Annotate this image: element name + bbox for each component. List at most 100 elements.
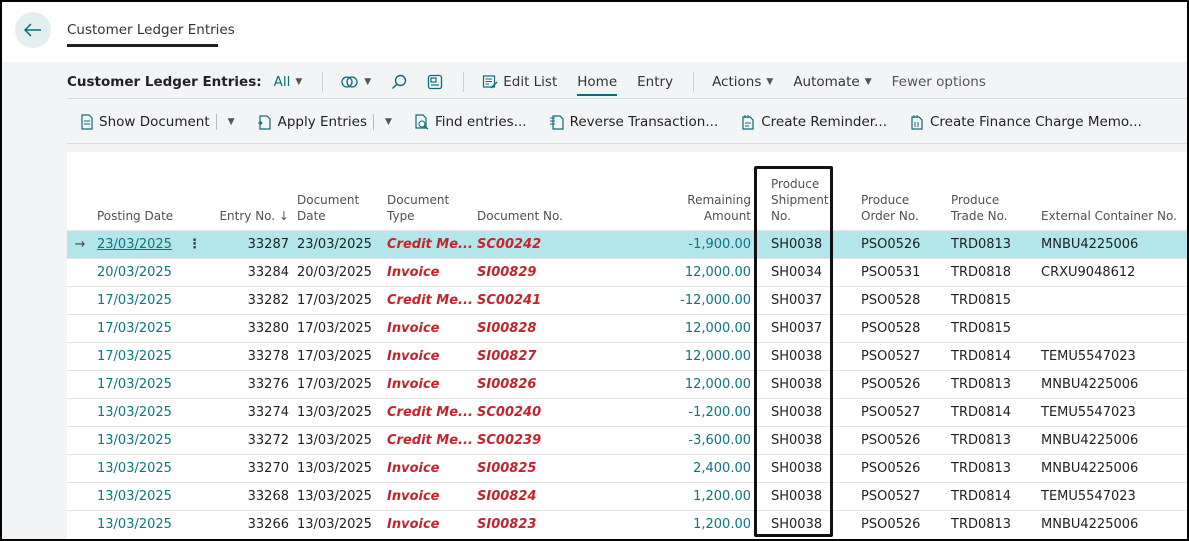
share-button[interactable] xyxy=(427,74,443,90)
column-header-indicator xyxy=(67,152,93,230)
posting-date-cell[interactable]: 17/03/2025 xyxy=(93,341,213,370)
table-row[interactable]: 17/03/2025 33282 17/03/2025 Credit Me... SC0… xyxy=(67,285,1187,314)
document-no-cell[interactable]: SI00827 xyxy=(473,341,673,370)
table-row[interactable]: 13/03/2025 33268 13/03/2025 Invoice SI00824 1… xyxy=(67,481,1187,510)
posting-date-cell[interactable]: 13/03/2025 xyxy=(93,397,213,426)
chevron-down-icon[interactable]: ▼ xyxy=(228,117,235,127)
entry-no-cell: 33280 xyxy=(213,313,293,342)
column-header-posting-date[interactable]: Posting Date xyxy=(93,152,213,230)
edit-list-icon xyxy=(483,75,498,89)
remaining-amount-cell[interactable]: 2,400.00 xyxy=(673,453,755,482)
external-container-no-cell: CRXU9048612 xyxy=(1025,257,1187,286)
document-date-cell: 17/03/2025 xyxy=(293,285,383,314)
remaining-amount-cell[interactable]: 12,000.00 xyxy=(673,341,755,370)
remaining-amount-cell[interactable]: 12,000.00 xyxy=(673,313,755,342)
posting-date-cell[interactable]: 17/03/2025 xyxy=(93,313,213,342)
document-no-cell[interactable]: SC00239 xyxy=(473,425,673,454)
back-button[interactable] xyxy=(15,12,51,48)
column-header-document-date[interactable]: Document Date xyxy=(293,152,383,230)
table-row[interactable]: 17/03/2025 33280 17/03/2025 Invoice SI00828 1… xyxy=(67,313,1187,342)
row-indicator xyxy=(67,509,93,538)
filter-view-selector[interactable]: All ▼ xyxy=(274,74,303,90)
table-row[interactable]: 13/03/2025 33274 13/03/2025 Credit Me... SC0… xyxy=(67,397,1187,426)
document-no-cell[interactable]: SI00825 xyxy=(473,453,673,482)
posting-date-cell[interactable]: 13/03/2025 xyxy=(93,453,213,482)
posting-date-cell[interactable]: 17/03/2025 xyxy=(93,369,213,398)
document-no-cell[interactable]: SI00828 xyxy=(473,313,673,342)
fewer-options-button[interactable]: Fewer options xyxy=(892,74,986,90)
column-header-external-container-no[interactable]: External Container No. xyxy=(1025,152,1187,230)
remaining-amount-cell[interactable]: -1,900.00 xyxy=(673,229,755,258)
tab-entry[interactable]: Entry xyxy=(637,74,673,90)
table-row[interactable]: 13/03/2025 33270 13/03/2025 Invoice SI00825 2… xyxy=(67,453,1187,482)
table-row[interactable]: 13/03/2025 33272 13/03/2025 Credit Me... SC0… xyxy=(67,425,1187,454)
table-row[interactable]: 20/03/2025 33284 20/03/2025 Invoice SI00829 1… xyxy=(67,257,1187,286)
apply-entries-label: Apply Entries xyxy=(277,114,368,130)
document-no-cell[interactable]: SI00824 xyxy=(473,481,673,510)
document-no-cell[interactable]: SC00241 xyxy=(473,285,673,314)
page-header: Customer Ledger Entries xyxy=(2,2,1187,62)
produce-shipment-no-cell: SH0038 xyxy=(755,425,845,454)
column-header-produce-trade-no[interactable]: Produce Trade No. xyxy=(935,152,1025,230)
search-button[interactable] xyxy=(391,74,407,90)
document-no-cell[interactable]: SI00826 xyxy=(473,369,673,398)
document-type-cell: Credit Me... xyxy=(383,425,473,454)
produce-order-no-cell: PSO0526 xyxy=(845,453,935,482)
find-entries-label: Find entries... xyxy=(434,114,527,130)
document-date-cell: 17/03/2025 xyxy=(293,313,383,342)
external-container-no-cell xyxy=(1025,285,1187,314)
actions-menu[interactable]: Actions ▼ xyxy=(712,74,773,90)
row-menu-icon[interactable]: ⋮ xyxy=(188,237,201,252)
table-row[interactable]: 13/03/2025 33266 13/03/2025 Invoice SI00823 1… xyxy=(67,509,1187,538)
remaining-amount-cell[interactable]: 12,000.00 xyxy=(673,369,755,398)
analysis-mode-button[interactable]: ▼ xyxy=(341,74,371,90)
document-no-cell[interactable]: SI00829 xyxy=(473,257,673,286)
reverse-transaction-button[interactable]: Reverse Transaction... xyxy=(549,114,718,130)
table-row[interactable]: 17/03/2025 33276 17/03/2025 Invoice SI00826 1… xyxy=(67,369,1187,398)
posting-date-cell[interactable]: 20/03/2025 xyxy=(93,257,213,286)
show-document-button[interactable]: Show Document ▼ xyxy=(80,114,235,130)
document-no-cell[interactable]: SC00242 xyxy=(473,229,673,258)
row-indicator xyxy=(67,453,93,482)
page-tab-title[interactable]: Customer Ledger Entries xyxy=(67,22,235,38)
tab-home[interactable]: Home xyxy=(577,74,617,96)
column-header-remaining-amount[interactable]: Remaining Amount xyxy=(673,152,755,230)
remaining-amount-cell[interactable]: -12,000.00 xyxy=(673,285,755,314)
posting-date-cell[interactable]: 13/03/2025 xyxy=(93,425,213,454)
apply-entries-button[interactable]: Apply Entries ▼ xyxy=(257,114,392,130)
posting-date-cell[interactable]: 17/03/2025 xyxy=(93,285,213,314)
document-date-cell: 20/03/2025 xyxy=(293,257,383,286)
create-reminder-button[interactable]: Create Reminder... xyxy=(740,114,887,130)
divider xyxy=(67,98,1187,99)
document-no-cell[interactable]: SC00240 xyxy=(473,397,673,426)
remaining-amount-cell[interactable]: 12,000.00 xyxy=(673,257,755,286)
edit-list-button[interactable]: Edit List xyxy=(482,74,557,90)
column-header-entry-no[interactable]: Entry No. ↓ xyxy=(213,152,293,230)
document-no-cell[interactable]: SI00823 xyxy=(473,509,673,538)
column-header-document-no[interactable]: Document No. xyxy=(473,152,673,230)
produce-shipment-no-cell: SH0037 xyxy=(755,285,845,314)
remaining-amount-cell[interactable]: 1,200.00 xyxy=(673,481,755,510)
remaining-amount-cell[interactable]: 1,200.00 xyxy=(673,509,755,538)
produce-trade-no-cell: TRD0818 xyxy=(935,257,1025,286)
document-date-cell: 13/03/2025 xyxy=(293,397,383,426)
posting-date-cell[interactable]: 23/03/2025 ⋮ xyxy=(93,229,213,258)
produce-trade-no-cell: TRD0813 xyxy=(935,453,1025,482)
posting-date-cell[interactable]: 13/03/2025 xyxy=(93,481,213,510)
automate-menu[interactable]: Automate ▼ xyxy=(793,74,871,90)
remaining-amount-cell[interactable]: -1,200.00 xyxy=(673,397,755,426)
chevron-down-icon[interactable]: ▼ xyxy=(385,117,392,127)
produce-trade-no-cell: TRD0815 xyxy=(935,285,1025,314)
produce-order-no-cell: PSO0526 xyxy=(845,229,935,258)
column-header-produce-order-no[interactable]: Produce Order No. xyxy=(845,152,935,230)
remaining-amount-cell[interactable]: -3,600.00 xyxy=(673,425,755,454)
column-header-produce-shipment-no[interactable]: Produce Shipment No. xyxy=(755,152,845,230)
create-finance-charge-memo-button[interactable]: Create Finance Charge Memo... xyxy=(909,114,1142,130)
find-entries-button[interactable]: Find entries... xyxy=(414,114,527,130)
table-row[interactable]: → 23/03/2025 ⋮ 33287 23/03/2025 Credit Me... S… xyxy=(67,229,1187,258)
table-row[interactable]: 17/03/2025 33278 17/03/2025 Invoice SI00827 1… xyxy=(67,341,1187,370)
row-indicator xyxy=(67,257,93,286)
posting-date-cell[interactable]: 13/03/2025 xyxy=(93,509,213,538)
chevron-down-icon: ▼ xyxy=(766,77,774,87)
column-header-document-type[interactable]: Document Type xyxy=(383,152,473,230)
